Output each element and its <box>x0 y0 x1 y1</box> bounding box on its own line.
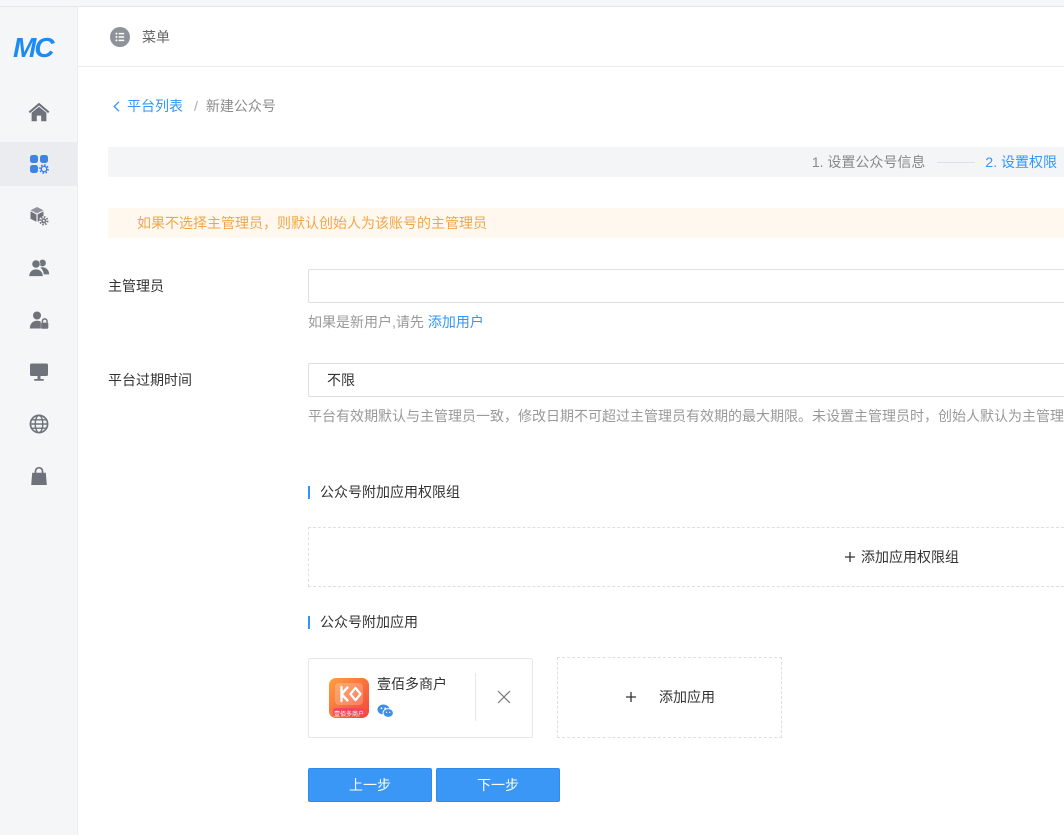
apps-settings-icon <box>29 155 49 174</box>
admin-input[interactable] <box>308 269 1064 303</box>
app-name: 壹佰多商户 <box>377 676 447 692</box>
top-header: 菜单 <box>78 7 1064 67</box>
window-top-edge <box>0 0 1064 7</box>
breadcrumb-parent[interactable]: 平台列表 <box>127 96 183 116</box>
apps-title: 公众号附加应用 <box>308 612 418 632</box>
close-icon[interactable] <box>497 690 511 704</box>
warning-alert: 如果不选择主管理员，则默认创始人为该账号的主管理员 <box>108 208 1064 238</box>
next-step-button[interactable]: 下一步 <box>436 768 560 802</box>
step-connector <box>937 161 976 163</box>
sidebar-item-store[interactable] <box>0 454 77 498</box>
add-user-link[interactable]: 添加用户 <box>428 314 484 330</box>
sidebar-item-home[interactable] <box>0 90 77 134</box>
app-logo-caption: 壹佰多商户 <box>333 710 365 718</box>
app-logo: 壹佰多商户 <box>329 678 369 718</box>
breadcrumb-back-link[interactable]: 平台列表 <box>108 96 183 116</box>
breadcrumb-current: 新建公众号 <box>205 98 276 114</box>
sidebar-item-users[interactable] <box>0 246 77 290</box>
menu-list-icon <box>110 27 130 47</box>
add-permission-group-button[interactable]: 添加应用权限组 <box>845 547 959 567</box>
add-permission-group-label: 添加应用权限组 <box>861 549 959 565</box>
admin-hint: 如果是新用户,请先 添加用户 <box>308 312 484 332</box>
menu-label: 菜单 <box>142 29 170 45</box>
home-icon <box>28 102 49 122</box>
sidebar-item-system[interactable] <box>0 350 77 394</box>
cube-settings-icon <box>30 207 49 226</box>
add-permission-group-area[interactable]: 添加应用权限组 <box>308 527 1064 587</box>
sidebar-item-user-permissions[interactable] <box>0 298 77 342</box>
globe-icon <box>29 414 48 434</box>
expire-help-text: 平台有效期默认与主管理员一致，修改日期不可超过主管理员有效期的最大期限。未设置主… <box>308 408 1064 424</box>
admin-label: 主管理员 <box>108 278 164 294</box>
step-2: 2. 设置权限 <box>985 154 1057 170</box>
add-app-label: 添加应用 <box>659 689 715 705</box>
step-1: 1. 设置公众号信息 <box>811 154 926 170</box>
expire-input[interactable] <box>308 363 1064 397</box>
app-card-divider <box>475 673 476 721</box>
plus-icon <box>626 692 636 702</box>
sidebar-item-apps[interactable] <box>0 142 77 186</box>
wechat-icon <box>377 704 394 718</box>
logo[interactable]: MC <box>13 33 55 63</box>
add-app-button[interactable]: 添加应用 <box>557 657 782 738</box>
breadcrumb-separator: / <box>194 98 198 114</box>
chevron-left-icon <box>113 100 120 112</box>
sidebar-item-modules[interactable] <box>0 194 77 238</box>
steps-bar: 1. 设置公众号信息 2. 设置权限 <box>108 147 1064 177</box>
page: MC 菜单 平台列表 / 新建公众号 1. 设置公众号信息 2. 设置权限 如果… <box>0 0 1064 835</box>
permission-groups-title: 公众号附加应用权限组 <box>308 482 460 502</box>
sidebar-item-sites[interactable] <box>0 402 77 446</box>
app-card: 壹佰多商户 壹佰多商户 <box>308 658 533 738</box>
shopping-bag-icon <box>30 466 47 485</box>
user-lock-icon <box>29 311 48 329</box>
admin-hint-text: 如果是新用户,请先 <box>308 314 424 330</box>
menu-button[interactable]: 菜单 <box>110 27 170 47</box>
sidebar: MC <box>0 7 78 835</box>
breadcrumb: 平台列表 / 新建公众号 <box>108 96 276 116</box>
users-icon <box>27 259 49 277</box>
plus-icon <box>845 552 855 562</box>
prev-step-button[interactable]: 上一步 <box>308 768 432 802</box>
monitor-icon <box>29 363 48 381</box>
expire-label: 平台过期时间 <box>108 372 192 388</box>
